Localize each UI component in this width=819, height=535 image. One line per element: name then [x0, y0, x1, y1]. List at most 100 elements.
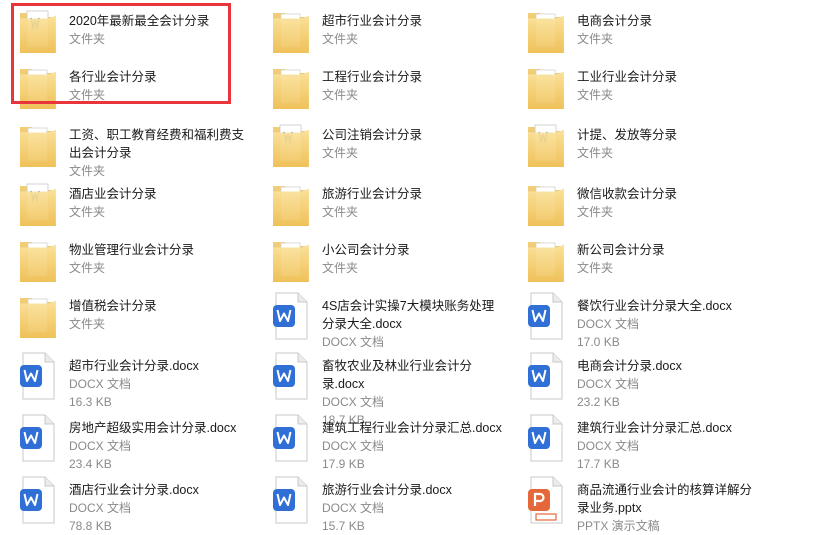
item-name: 工程行业会计分录 — [322, 70, 423, 84]
item-name: 超市行业会计分录 — [322, 14, 423, 28]
item-type: DOCX 文档 — [322, 335, 385, 349]
item-text: 小公司会计分录 文件夹 — [322, 241, 502, 277]
folder-item[interactable]: 2020年最新最全会计分录 文件夹 — [0, 5, 250, 61]
word-doc-icon — [524, 350, 568, 402]
item-name: 电商会计分录.docx — [577, 359, 682, 373]
folder-icon — [524, 61, 568, 113]
file-item[interactable]: 超市行业会计分录.docx DOCX 文档 16.3 KB — [0, 350, 250, 409]
item-text: 超市行业会计分录 文件夹 — [322, 12, 502, 48]
item-type: 文件夹 — [322, 88, 359, 102]
folder-item[interactable]: 新公司会计分录 文件夹 — [508, 234, 758, 290]
item-text: 4S店会计实操7大模块账务处理分录大全.docx DOCX 文档 — [322, 297, 502, 351]
item-name: 畜牧农业及林业行业会计分录.docx — [322, 359, 473, 391]
file-item[interactable]: 餐饮行业会计分录大全.docx DOCX 文档 17.0 KB — [508, 290, 758, 349]
file-item[interactable]: 建筑工程行业会计分录汇总.docx DOCX 文档 17.9 KB — [253, 412, 503, 471]
folder-icon — [16, 119, 60, 171]
item-name: 工业行业会计分录 — [577, 70, 678, 84]
item-size: 17.7 KB — [577, 457, 620, 471]
item-size: 78.8 KB — [69, 519, 112, 533]
folder-item[interactable]: 工业行业会计分录 文件夹 — [508, 61, 758, 117]
item-name: 房地产超级实用会计分录.docx — [69, 421, 237, 435]
folder-item[interactable]: 计提、发放等分录 文件夹 — [508, 119, 758, 175]
item-text: 旅游行业会计分录.docx DOCX 文档 15.7 KB — [322, 481, 502, 535]
item-text: 新公司会计分录 文件夹 — [577, 241, 757, 277]
item-text: 2020年最新最全会计分录 文件夹 — [69, 12, 249, 48]
item-name: 旅游行业会计分录 — [322, 187, 423, 201]
item-text: 超市行业会计分录.docx DOCX 文档 16.3 KB — [69, 357, 249, 411]
item-text: 电商会计分录 文件夹 — [577, 12, 757, 48]
folder-item[interactable]: 各行业会计分录 文件夹 — [0, 61, 250, 117]
word-doc-icon — [16, 474, 60, 526]
item-name: 4S店会计实操7大模块账务处理分录大全.docx — [322, 299, 495, 331]
item-type: 文件夹 — [69, 32, 106, 46]
file-item[interactable]: 旅游行业会计分录.docx DOCX 文档 15.7 KB — [253, 474, 503, 533]
item-type: 文件夹 — [577, 205, 614, 219]
item-type: DOCX 文档 — [577, 439, 640, 453]
folder-doc-icon — [16, 5, 60, 57]
file-item[interactable]: 电商会计分录.docx DOCX 文档 23.2 KB — [508, 350, 758, 409]
folder-item[interactable]: 工资、职工教育经费和福利费支出会计分录 文件夹 — [0, 119, 250, 178]
file-item[interactable]: 畜牧农业及林业行业会计分录.docx DOCX 文档 18.7 KB — [253, 350, 503, 427]
item-text: 房地产超级实用会计分录.docx DOCX 文档 23.4 KB — [69, 419, 249, 473]
item-type: 文件夹 — [322, 32, 359, 46]
item-name: 商品流通行业会计的核算详解分录业务.pptx — [577, 483, 753, 515]
folder-item[interactable]: 增值税会计分录 文件夹 — [0, 290, 250, 346]
folder-doc-icon — [524, 119, 568, 171]
folder-item[interactable]: 电商会计分录 文件夹 — [508, 5, 758, 61]
item-type: 文件夹 — [577, 261, 614, 275]
folder-doc-icon — [269, 119, 313, 171]
item-size: 15.7 KB — [322, 519, 365, 533]
folder-icon — [269, 178, 313, 230]
item-name: 各行业会计分录 — [69, 70, 157, 84]
file-item[interactable]: 酒店行业会计分录.docx DOCX 文档 78.8 KB — [0, 474, 250, 533]
item-name: 微信收款会计分录 — [577, 187, 678, 201]
item-name: 物业管理行业会计分录 — [69, 243, 195, 257]
file-item[interactable]: 商品流通行业会计的核算详解分录业务.pptx PPTX 演示文稿 — [508, 474, 758, 533]
word-doc-icon — [269, 474, 313, 526]
folder-icon — [524, 5, 568, 57]
item-name: 旅游行业会计分录.docx — [322, 483, 452, 497]
item-text: 建筑行业会计分录汇总.docx DOCX 文档 17.7 KB — [577, 419, 757, 473]
item-name: 酒店行业会计分录.docx — [69, 483, 199, 497]
item-type: 文件夹 — [322, 146, 359, 160]
item-type: DOCX 文档 — [69, 439, 132, 453]
ppt-doc-icon — [524, 474, 568, 526]
item-text: 餐饮行业会计分录大全.docx DOCX 文档 17.0 KB — [577, 297, 757, 351]
item-text: 各行业会计分录 文件夹 — [69, 68, 249, 104]
item-type: DOCX 文档 — [577, 377, 640, 391]
folder-item[interactable]: 超市行业会计分录 文件夹 — [253, 5, 503, 61]
folder-item[interactable]: 酒店业会计分录 文件夹 — [0, 178, 250, 234]
item-size: 17.0 KB — [577, 335, 620, 349]
word-doc-icon — [524, 290, 568, 342]
item-type: DOCX 文档 — [577, 317, 640, 331]
file-grid: 2020年最新最全会计分录 文件夹 超市行业会计分录 文件夹 电商会计分录 文件夹 各行业会… — [0, 0, 819, 533]
folder-icon — [524, 178, 568, 230]
item-size: 23.2 KB — [577, 395, 620, 409]
file-item[interactable]: 4S店会计实操7大模块账务处理分录大全.docx DOCX 文档 — [253, 290, 503, 349]
item-type: DOCX 文档 — [69, 377, 132, 391]
item-text: 工程行业会计分录 文件夹 — [322, 68, 502, 104]
folder-item[interactable]: 旅游行业会计分录 文件夹 — [253, 178, 503, 234]
item-type: PPTX 演示文稿 — [577, 519, 660, 533]
word-doc-icon — [16, 350, 60, 402]
folder-item[interactable]: 微信收款会计分录 文件夹 — [508, 178, 758, 234]
item-type: 文件夹 — [69, 205, 106, 219]
item-text: 公司注销会计分录 文件夹 — [322, 126, 502, 162]
item-name: 工资、职工教育经费和福利费支出会计分录 — [69, 128, 245, 160]
folder-item[interactable]: 工程行业会计分录 文件夹 — [253, 61, 503, 117]
item-size: 23.4 KB — [69, 457, 112, 471]
item-name: 建筑行业会计分录汇总.docx — [577, 421, 732, 435]
item-text: 计提、发放等分录 文件夹 — [577, 126, 757, 162]
folder-icon — [269, 5, 313, 57]
folder-icon — [524, 234, 568, 286]
folder-item[interactable]: 公司注销会计分录 文件夹 — [253, 119, 503, 175]
item-text: 物业管理行业会计分录 文件夹 — [69, 241, 249, 277]
file-item[interactable]: 房地产超级实用会计分录.docx DOCX 文档 23.4 KB — [0, 412, 250, 471]
item-type: 文件夹 — [322, 261, 359, 275]
item-text: 酒店行业会计分录.docx DOCX 文档 78.8 KB — [69, 481, 249, 535]
folder-item[interactable]: 物业管理行业会计分录 文件夹 — [0, 234, 250, 290]
file-item[interactable]: 建筑行业会计分录汇总.docx DOCX 文档 17.7 KB — [508, 412, 758, 471]
folder-item[interactable]: 小公司会计分录 文件夹 — [253, 234, 503, 290]
item-type: 文件夹 — [69, 88, 106, 102]
item-type: DOCX 文档 — [69, 501, 132, 515]
